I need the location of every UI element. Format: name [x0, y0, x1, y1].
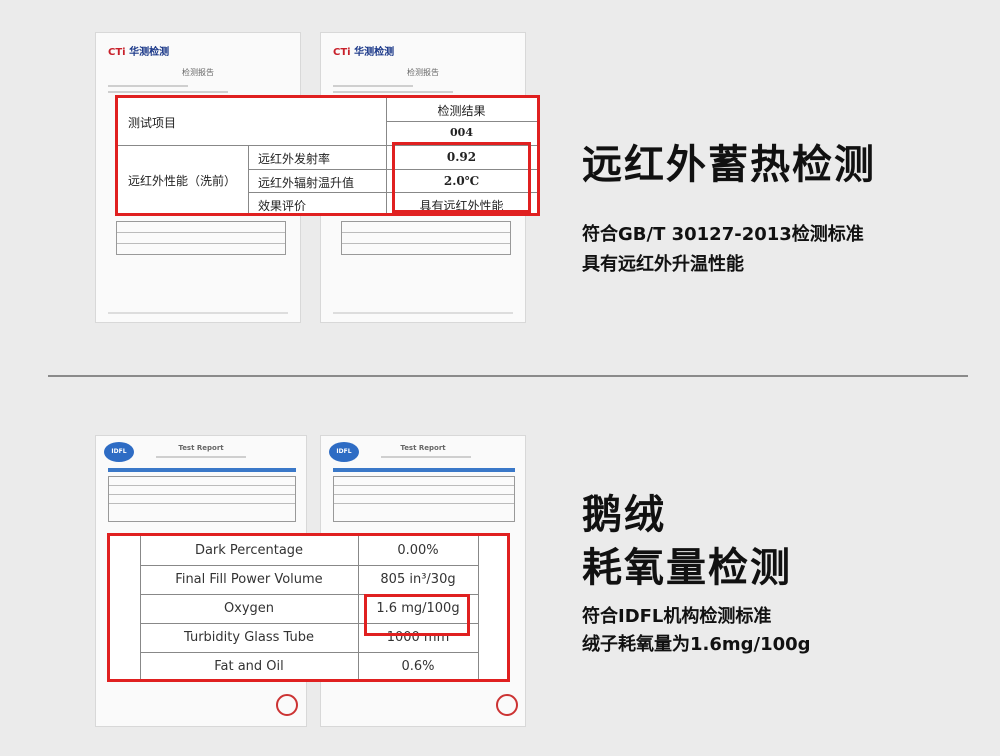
stamp-seal [496, 694, 518, 716]
report-mini-table [108, 476, 296, 522]
row-value-fat-oil: 0.6% [401, 659, 435, 674]
section-divider [48, 375, 968, 377]
section1-heading: 远红外蓄热检测 [582, 142, 876, 188]
oxygen-highlight-box [364, 594, 470, 636]
result-highlight-box [392, 142, 531, 213]
stamp-seal [276, 694, 298, 716]
test-report-title: Test Report [400, 444, 446, 452]
row-label-fat-oil: Fat and Oil [214, 659, 284, 674]
row-label-temp-rise: 远红外辐射温升值 [258, 176, 355, 190]
group-label: 远红外性能（洗前） [128, 174, 237, 188]
section1-desc-line1: 符合GB/T 30127-2013检测标准 [582, 224, 864, 245]
row-label-dark-percentage: Dark Percentage [194, 543, 304, 558]
section2-heading-line1: 鹅绒 [582, 492, 666, 538]
far-infrared-result-table: 测试项目 检测结果 004 远红外性能（洗前） 远红外发射率 远红外辐射温升值 … [115, 95, 540, 216]
down-oxygen-result-table: Dark Percentage Final Fill Power Volume … [107, 533, 510, 682]
report-title: 检测报告 [407, 68, 439, 77]
row-label-oxygen: Oxygen [223, 601, 275, 616]
row-label-turbidity: Turbidity Glass Tube [184, 630, 314, 645]
report-mini-table [333, 476, 515, 522]
header-test-result: 检测结果 [437, 104, 486, 118]
report-number: 004 [450, 126, 473, 139]
section2-desc-line1: 符合IDFL机构检测标准 [582, 606, 772, 627]
row-label-fill-power: Final Fill Power Volume [175, 572, 323, 587]
row-label-emissivity: 远红外发射率 [258, 152, 331, 166]
row-value-dark-percentage: 0.00% [397, 543, 439, 558]
section2-desc-line2: 绒子耗氧量为1.6mg/100g [582, 634, 811, 655]
report-mini-table [341, 221, 511, 255]
cti-logo: CTi 华测检测 [333, 47, 395, 58]
row-label-evaluation: 效果评价 [258, 199, 307, 213]
report-title: 检测报告 [182, 68, 214, 77]
test-report-title: Test Report [178, 444, 224, 452]
section1-desc-line2: 具有远红外升温性能 [582, 254, 744, 275]
section2-heading-line2: 耗氧量检测 [582, 545, 792, 591]
row-value-fill-power: 805 in³/30g [380, 572, 456, 587]
header-test-item: 测试项目 [128, 116, 177, 130]
report-mini-table [116, 221, 286, 255]
cti-logo: CTi 华测检测 [108, 47, 170, 58]
